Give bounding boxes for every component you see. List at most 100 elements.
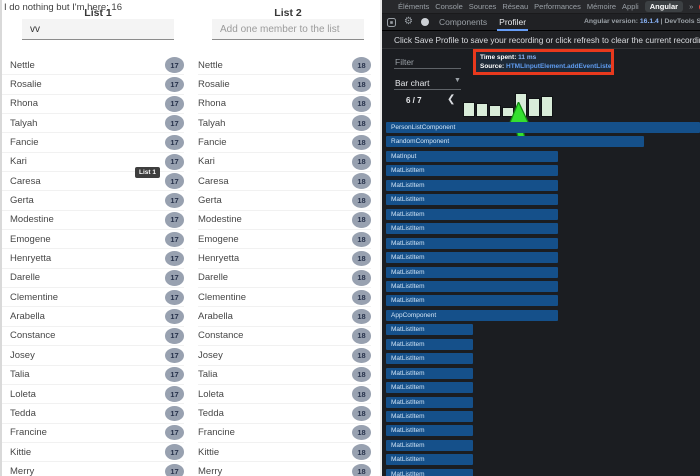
list1-member-input[interactable] — [22, 19, 174, 40]
member-row[interactable]: Francine18 — [198, 424, 371, 443]
profiler-row-MatListItem[interactable]: MatListItem — [386, 440, 473, 451]
member-row[interactable]: Rosalie18 — [198, 75, 371, 94]
member-row[interactable]: Tedda18 — [198, 404, 371, 423]
member-row[interactable]: Francine17 — [2, 424, 184, 443]
member-name: Loleta — [10, 389, 36, 400]
member-count-badge: 17 — [165, 193, 184, 209]
profiler-row-MatListItem[interactable]: MatListItem — [386, 469, 473, 476]
member-count-badge: 18 — [352, 57, 371, 73]
member-row[interactable]: Fancie18 — [198, 133, 371, 152]
member-row[interactable]: Talia 17 — [2, 366, 184, 385]
member-row[interactable]: Arabella18 — [198, 307, 371, 326]
member-count-badge: 18 — [352, 444, 371, 460]
profiler-row-MatListItem[interactable]: MatListItem — [386, 382, 473, 393]
member-count-badge: 17 — [165, 444, 184, 460]
member-row[interactable]: Talyah18 — [198, 114, 371, 133]
profiler-row-MatListItem[interactable]: MatListItem — [386, 165, 558, 176]
member-row[interactable]: Josey18 — [198, 346, 371, 365]
profiler-row-MatListItem[interactable]: MatListItem — [386, 454, 473, 465]
profiler-row-MatListItem[interactable]: MatListItem — [386, 252, 558, 263]
list1-members: Nettle17Rosalie17Rhona17Talyah17Fancie17… — [2, 56, 184, 476]
profiler-row-MatListItem[interactable]: MatListItem — [386, 368, 473, 379]
member-row[interactable]: Clementine18 — [198, 288, 371, 307]
member-name: Emogene — [10, 234, 51, 245]
member-row[interactable]: Constance18 — [198, 327, 371, 346]
profiler-row-MatListItem[interactable]: MatListItem — [386, 397, 473, 408]
member-count-badge: 17 — [165, 173, 184, 189]
member-row[interactable]: Gerta18 — [198, 191, 371, 210]
member-row[interactable]: Nettle 18 — [198, 56, 371, 75]
profiler-row-MatInput[interactable]: MatInput — [386, 151, 558, 162]
profiler-row-MatListItem[interactable]: MatListItem — [386, 238, 558, 249]
member-row[interactable]: Caresa18 — [198, 172, 371, 191]
profiler-row-MatListItem[interactable]: MatListItem — [386, 281, 558, 292]
profiler-row-RandomComponent[interactable]: RandomComponent — [386, 136, 644, 147]
member-row[interactable]: Darelle17 — [2, 269, 184, 288]
profiler-row-MatListItem[interactable]: MatListItem — [386, 267, 558, 278]
member-row[interactable]: Kittie18 — [198, 443, 371, 462]
member-count-badge: 18 — [352, 367, 371, 383]
member-count-badge: 18 — [352, 348, 371, 364]
member-row[interactable]: Merry 17 — [2, 462, 184, 476]
profiler-row-MatListItem[interactable]: MatListItem — [386, 209, 558, 220]
member-row[interactable]: Arabella17 — [2, 307, 184, 326]
member-row[interactable]: Constance17 — [2, 327, 184, 346]
member-row[interactable]: Fancie17 — [2, 133, 184, 152]
member-count-badge: 18 — [352, 232, 371, 248]
member-row[interactable]: Henryetta17 — [2, 249, 184, 268]
member-row[interactable]: Kittie 17 — [2, 443, 184, 462]
member-row[interactable]: Talia18 — [198, 366, 371, 385]
member-name: Rhona — [10, 98, 38, 109]
member-row[interactable]: Emogene 18 — [198, 230, 371, 249]
member-row[interactable]: Loleta17 — [2, 385, 184, 404]
profiler-row-MatListItem[interactable]: MatListItem — [386, 425, 473, 436]
profiler-row-PersonListComponent[interactable]: PersonListComponent — [386, 122, 700, 133]
profiler-row-MatListItem[interactable]: MatListItem — [386, 411, 473, 422]
member-row[interactable]: Josey17 — [2, 346, 184, 365]
member-row[interactable]: Rosalie 17 — [2, 75, 184, 94]
profiler-row-MatListItem[interactable]: MatListItem — [386, 223, 558, 234]
profiler-row-MatListItem[interactable]: MatListItem — [386, 180, 558, 191]
member-row[interactable]: Henryetta18 — [198, 249, 371, 268]
member-row[interactable]: Loleta18 — [198, 385, 371, 404]
profiler-row-MatListItem[interactable]: MatListItem — [386, 324, 473, 335]
member-row[interactable]: Darelle18 — [198, 269, 371, 288]
profiler-row-MatListItem[interactable]: MatListItem — [386, 194, 558, 205]
member-row[interactable]: Modestine18 — [198, 211, 371, 230]
member-name: Talia — [10, 369, 30, 380]
member-name: Clementine — [10, 292, 58, 303]
member-name: Nettle — [198, 60, 223, 71]
member-name: Arabella — [198, 311, 233, 322]
member-name: Modestine — [10, 214, 54, 225]
member-count-badge: 17 — [165, 464, 184, 476]
member-count-badge: 17 — [165, 367, 184, 383]
member-name: Emogene — [198, 234, 239, 245]
member-row[interactable]: Merry18 — [198, 462, 371, 476]
member-row[interactable]: Talyah17 — [2, 114, 184, 133]
member-count-badge: 18 — [352, 406, 371, 422]
profiler-row-AppComponent[interactable]: AppComponent — [386, 310, 558, 321]
member-name: Clementine — [198, 292, 246, 303]
member-count-badge: 17 — [165, 77, 184, 93]
member-name: Talyah — [10, 118, 37, 129]
member-row[interactable]: Nettle17 — [2, 56, 184, 75]
member-row[interactable]: Rhona17 — [2, 95, 184, 114]
member-row[interactable]: Rhona18 — [198, 95, 371, 114]
profiler-row-MatListItem[interactable]: MatListItem — [386, 339, 473, 350]
member-name: Rosalie — [198, 79, 230, 90]
member-name: Caresa — [10, 176, 41, 187]
member-name: Kittie — [10, 447, 31, 458]
member-count-badge: 17 — [165, 232, 184, 248]
member-row[interactable]: Clementine17 — [2, 288, 184, 307]
member-row[interactable]: Gerta17 — [2, 191, 184, 210]
profiler-row-MatListItem[interactable]: MatListItem — [386, 353, 473, 364]
profiler-row-MatListItem[interactable]: MatListItem — [386, 295, 558, 306]
member-name: Rosalie — [10, 79, 42, 90]
list2-member-input[interactable] — [212, 19, 364, 40]
member-count-badge: 17 — [165, 270, 184, 286]
member-name: Merry — [10, 466, 34, 476]
member-row[interactable]: Emogene 17 — [2, 230, 184, 249]
member-row[interactable]: Modestine17 — [2, 211, 184, 230]
member-row[interactable]: Tedda17 — [2, 404, 184, 423]
member-row[interactable]: Kari18 — [198, 153, 371, 172]
